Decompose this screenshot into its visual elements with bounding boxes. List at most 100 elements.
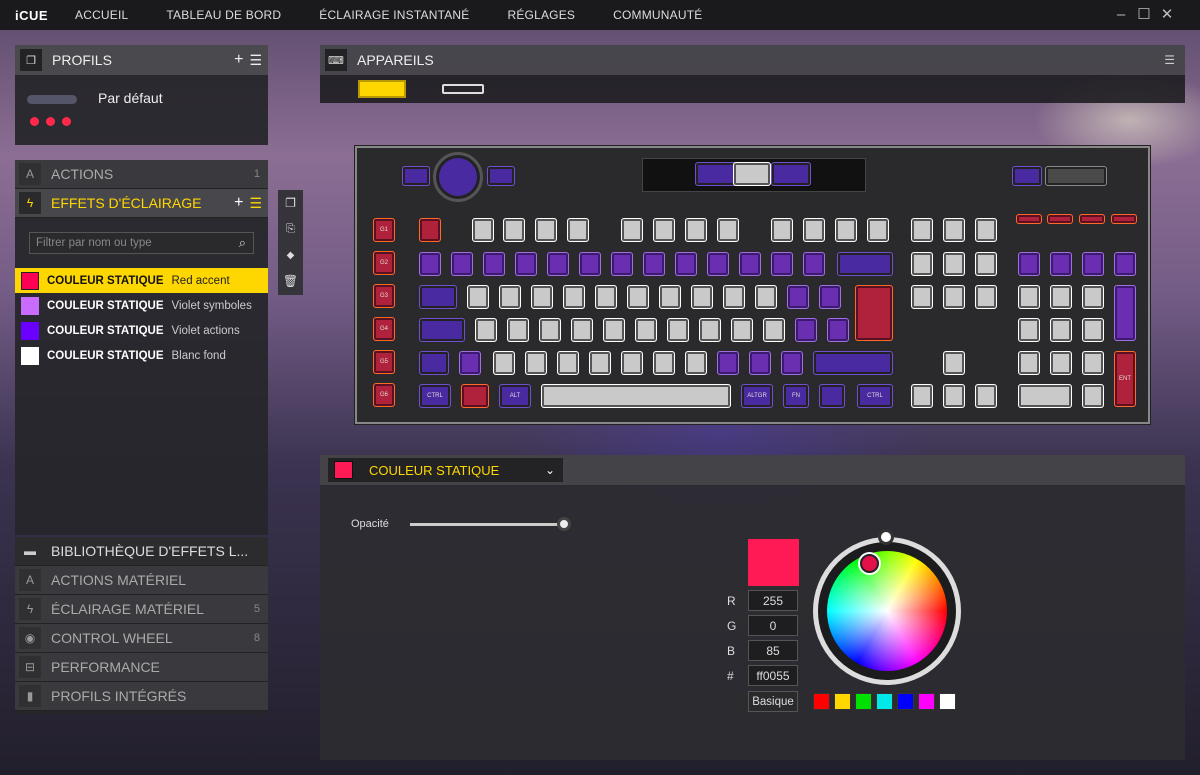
minimize-icon[interactable]: – xyxy=(1112,6,1130,24)
keyboard-key[interactable] xyxy=(1082,318,1104,342)
library-header[interactable]: ▬ BIBLIOTHÈQUE D'EFFETS L... xyxy=(15,537,268,566)
keyboard-key[interactable] xyxy=(867,218,889,242)
g-key[interactable]: G6 xyxy=(373,383,395,407)
keyboard-key[interactable] xyxy=(827,318,849,342)
numpad-enter-key[interactable]: ENT xyxy=(1114,351,1136,407)
caps-key[interactable] xyxy=(419,318,465,342)
keyboard-key[interactable] xyxy=(567,218,589,242)
keyboard-key[interactable] xyxy=(459,351,481,375)
keyboard-key[interactable] xyxy=(1018,285,1040,309)
esc-key[interactable] xyxy=(419,218,441,242)
shift-key[interactable] xyxy=(419,351,449,375)
opacity-handle[interactable] xyxy=(557,517,571,531)
keyboard-key[interactable] xyxy=(717,351,739,375)
keyboard-key[interactable] xyxy=(653,351,675,375)
keyboard-key[interactable] xyxy=(1050,252,1072,276)
keyboard-key[interactable] xyxy=(1018,252,1040,276)
keyboard-key[interactable] xyxy=(627,285,649,309)
volume-dial[interactable] xyxy=(433,152,483,202)
keyboard-key[interactable] xyxy=(717,218,739,242)
keyboard-key[interactable] xyxy=(781,351,803,375)
nav-accueil[interactable]: ACCUEIL xyxy=(75,8,128,22)
keyboard-key[interactable] xyxy=(1050,285,1072,309)
keyboard-key[interactable] xyxy=(499,285,521,309)
keyboard-key[interactable] xyxy=(472,218,494,242)
keyboard-key[interactable] xyxy=(467,285,489,309)
keyboard-key[interactable] xyxy=(621,351,643,375)
keyboard-key[interactable] xyxy=(451,252,473,276)
keyboard-key[interactable] xyxy=(1050,318,1072,342)
copy-icon[interactable]: ❐ xyxy=(278,190,303,216)
lighting-header[interactable]: ϟ EFFETS D'ÉCLAIRAGE + ☰ xyxy=(15,189,268,218)
add-profile-icon[interactable]: + xyxy=(234,51,243,69)
left-alt-key[interactable]: ALT xyxy=(499,384,531,408)
devices-menu-icon[interactable]: ☰ xyxy=(1164,53,1175,67)
effect-item[interactable]: COULEUR STATIQUE Violet actions xyxy=(15,318,268,343)
right-shift-key[interactable] xyxy=(813,351,893,375)
keyboard-key[interactable] xyxy=(911,285,933,309)
keyboard-key[interactable] xyxy=(589,351,611,375)
search-icon[interactable]: ⌕ xyxy=(239,235,246,251)
keyboard-key[interactable] xyxy=(557,351,579,375)
maximize-icon[interactable]: ☐ xyxy=(1135,6,1153,24)
filter-input[interactable]: Filtrer par nom ou type ⌕ xyxy=(29,232,254,254)
g-key[interactable]: G2 xyxy=(373,251,395,275)
keyboard-key[interactable] xyxy=(691,285,713,309)
keyboard-key[interactable] xyxy=(943,218,965,242)
enter-key[interactable] xyxy=(855,285,893,341)
keyboard-key[interactable] xyxy=(755,285,777,309)
mute-key[interactable] xyxy=(1012,166,1042,186)
keyboard-preview[interactable]: G1 G2 G3 G4 G5 G6 ENT CTRL ALT ALTGR FN CTRL xyxy=(355,146,1150,424)
preset-color-swatch[interactable] xyxy=(876,693,893,710)
left-ctrl-key[interactable]: CTRL xyxy=(419,384,451,408)
add-effect-icon[interactable]: + xyxy=(234,194,243,212)
opacity-slider[interactable] xyxy=(410,523,564,526)
media-key[interactable] xyxy=(402,166,430,186)
keyboard-key[interactable] xyxy=(535,218,557,242)
keyboard-key[interactable] xyxy=(1082,351,1104,375)
keyboard-key[interactable] xyxy=(675,252,697,276)
keyboard-key[interactable] xyxy=(975,252,997,276)
keyboard-key[interactable] xyxy=(699,318,721,342)
arrow-up-key[interactable] xyxy=(943,351,965,375)
library-item[interactable]: A ACTIONS MATÉRIEL xyxy=(15,566,268,595)
keyboard-key[interactable] xyxy=(795,318,817,342)
preset-color-swatch[interactable] xyxy=(813,693,830,710)
preset-color-swatch[interactable] xyxy=(939,693,956,710)
keyboard-key[interactable] xyxy=(419,252,441,276)
media-control-key[interactable] xyxy=(1047,214,1073,224)
close-icon[interactable]: ✕ xyxy=(1158,6,1176,24)
keyboard-key[interactable] xyxy=(1082,384,1104,408)
hex-field[interactable]: ff0055 xyxy=(748,665,798,686)
keyboard-key[interactable] xyxy=(547,252,569,276)
nav-tableau-de-bord[interactable]: TABLEAU DE BORD xyxy=(166,8,281,22)
keyboard-key[interactable] xyxy=(483,252,505,276)
g-key[interactable]: G5 xyxy=(373,350,395,374)
g-key[interactable]: G4 xyxy=(373,317,395,341)
color-wheel[interactable] xyxy=(827,551,947,671)
keyboard-key[interactable] xyxy=(539,318,561,342)
numpad-zero-key[interactable] xyxy=(1018,384,1072,408)
keyboard-key[interactable] xyxy=(621,218,643,242)
keyboard-key[interactable] xyxy=(771,218,793,242)
keyboard-key[interactable] xyxy=(787,285,809,309)
color-picker-handle[interactable] xyxy=(860,554,879,573)
keyboard-key[interactable] xyxy=(571,318,593,342)
keyboard-key[interactable] xyxy=(507,318,529,342)
keyboard-key[interactable] xyxy=(493,351,515,375)
keyboard-key[interactable] xyxy=(943,285,965,309)
keyboard-key[interactable] xyxy=(611,252,633,276)
keyboard-key[interactable] xyxy=(563,285,585,309)
backspace-key[interactable] xyxy=(837,252,893,276)
effect-item[interactable]: COULEUR STATIQUE Violet symboles xyxy=(15,293,268,318)
keyboard-key[interactable] xyxy=(595,285,617,309)
arrow-key[interactable] xyxy=(911,384,933,408)
keyboard-key[interactable] xyxy=(731,318,753,342)
basic-button[interactable]: Basique xyxy=(748,691,798,712)
profile-item[interactable]: Par défaut xyxy=(15,75,268,145)
library-item[interactable]: ϟ ÉCLAIRAGE MATÉRIEL 5 xyxy=(15,595,268,624)
g-key[interactable]: G3 xyxy=(373,284,395,308)
menu-key[interactable] xyxy=(819,384,845,408)
keyboard-key[interactable] xyxy=(771,252,793,276)
keyboard-key[interactable] xyxy=(763,318,785,342)
